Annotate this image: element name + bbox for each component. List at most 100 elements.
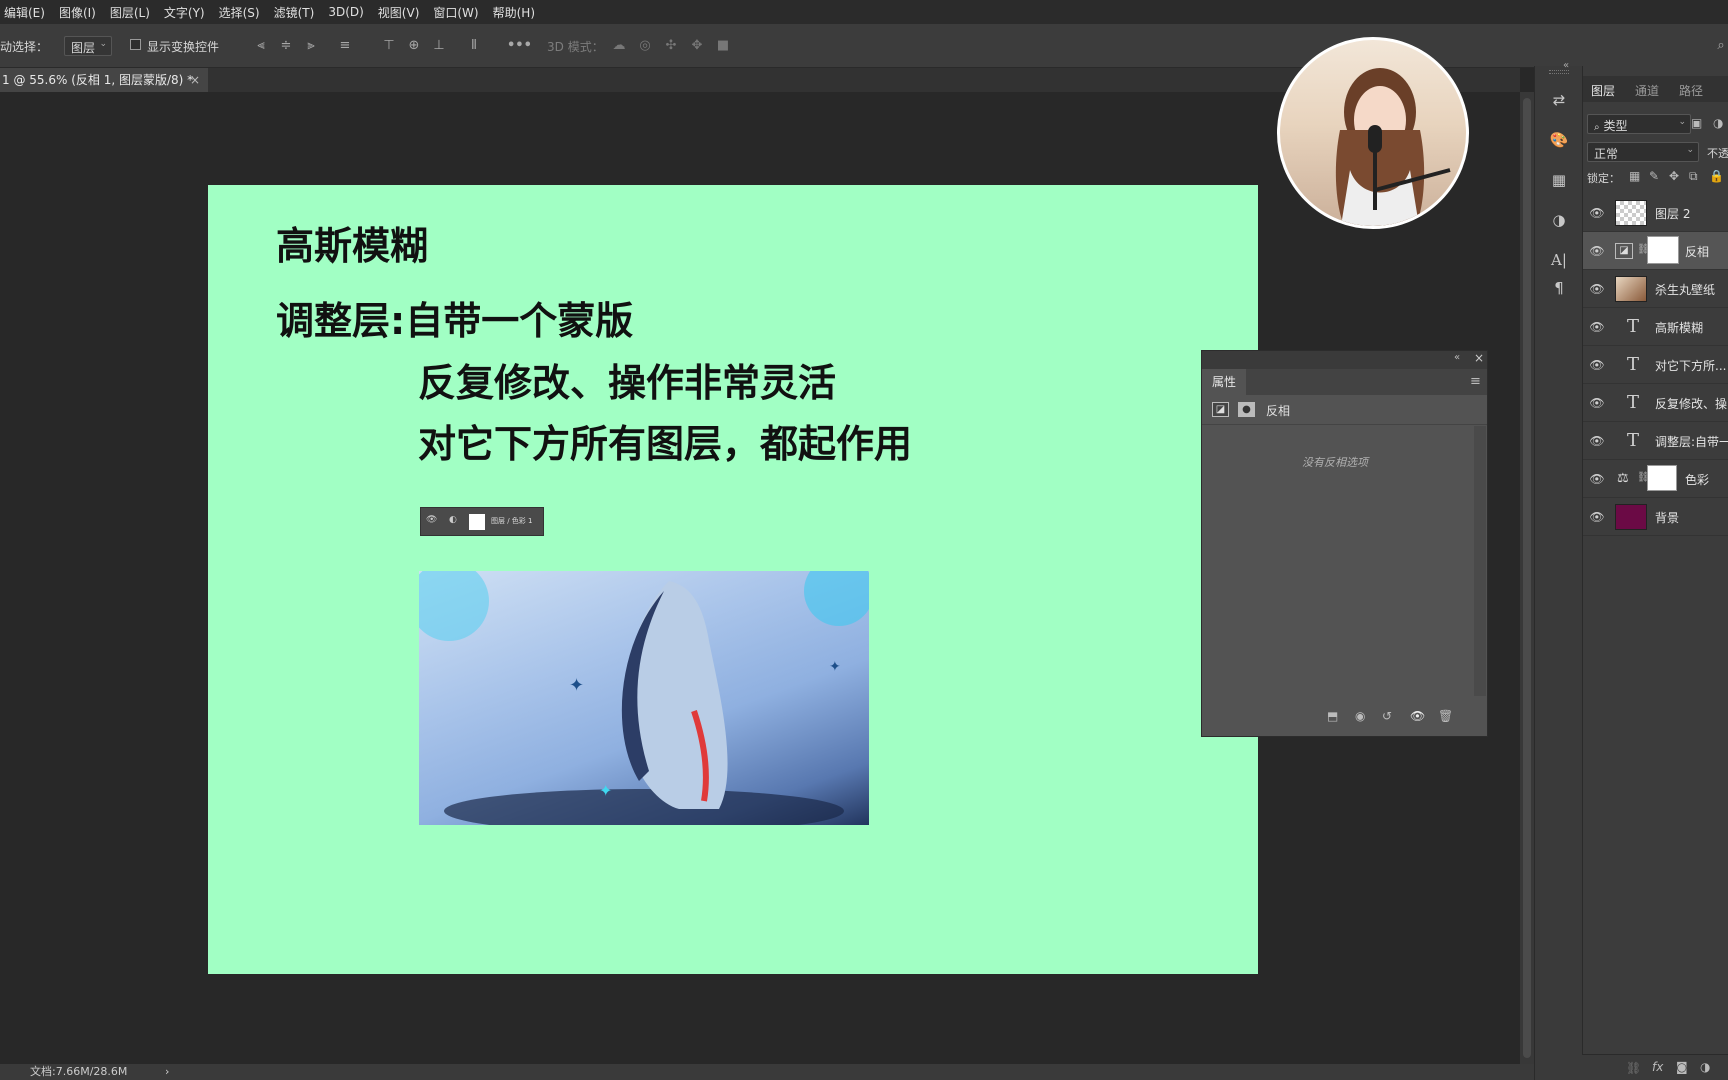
menu-layer[interactable]: 图层(L)	[110, 4, 150, 21]
menu-view[interactable]: 视图(V)	[378, 4, 420, 21]
menu-select[interactable]: 选择(S)	[219, 4, 260, 21]
eye-icon[interactable]: 👁	[1589, 243, 1605, 259]
align-top-icon[interactable]: ⊤	[380, 37, 398, 55]
eye-icon[interactable]: 👁	[1589, 319, 1605, 335]
link-layers-icon[interactable]: ⛓	[1626, 1061, 1641, 1075]
invert-adjustment-icon[interactable]: ◪	[1212, 402, 1229, 417]
menu-3d[interactable]: 3D(D)	[328, 5, 363, 19]
properties-scrollbar[interactable]	[1474, 426, 1486, 696]
close-panel-icon[interactable]: ×	[1474, 351, 1484, 365]
clip-to-layer-icon[interactable]: ⬒	[1327, 709, 1338, 723]
visibility-icon[interactable]: 👁	[1410, 709, 1425, 723]
lock-position-icon[interactable]: ✥	[1669, 169, 1679, 183]
panel-menu-icon[interactable]: ≡	[1470, 374, 1481, 389]
lock-all-icon[interactable]: 🔒	[1709, 169, 1724, 183]
show-transform-checkbox[interactable]	[130, 39, 141, 50]
collapse-icon[interactable]: «	[1563, 60, 1569, 71]
menu-type[interactable]: 文字(Y)	[164, 4, 205, 21]
tab-channels[interactable]: 通道	[1635, 82, 1659, 99]
lock-brush-icon[interactable]: ✎	[1649, 169, 1659, 183]
layer-mask-thumb[interactable]	[1647, 236, 1679, 264]
3d-slide-icon[interactable]: ✥	[688, 37, 706, 55]
doc-line-2: 反复修改、操作非常灵活	[418, 361, 837, 405]
align-right-icon[interactable]: ⫸	[302, 37, 320, 55]
mask-icon[interactable]: ●	[1238, 402, 1255, 417]
filter-adjust-icon[interactable]: ◑	[1713, 116, 1723, 130]
adjustments-icon[interactable]: ◑	[1547, 208, 1571, 232]
swatches-grid-icon[interactable]: ▦	[1547, 168, 1571, 192]
3d-orbit-icon[interactable]: ☁	[610, 37, 628, 55]
lock-transparent-icon[interactable]: ▦	[1629, 169, 1640, 183]
menu-window[interactable]: 窗口(W)	[433, 4, 478, 21]
align-left-icon[interactable]: ⫷	[252, 37, 270, 55]
menu-help[interactable]: 帮助(H)	[493, 4, 535, 21]
layer-row-active[interactable]: 👁 ◪ ⛓ 反相	[1583, 232, 1728, 270]
status-arrow-icon[interactable]: ›	[165, 1064, 169, 1080]
menu-image[interactable]: 图像(I)	[59, 4, 96, 21]
collapse-panel-icon[interactable]: «	[1454, 352, 1460, 363]
reset-icon[interactable]: ↺	[1382, 709, 1392, 723]
history-icon[interactable]: ⇄	[1547, 88, 1571, 112]
align-hcenter-icon[interactable]: ≑	[277, 37, 295, 55]
new-adjustment-icon[interactable]: ◑	[1700, 1060, 1710, 1074]
more-options-icon[interactable]: •••	[507, 37, 532, 55]
blend-mode-dropdown[interactable]: 正常 ⌄	[1587, 142, 1699, 162]
tab-paths[interactable]: 路径	[1679, 82, 1703, 99]
tab-layers[interactable]: 图层	[1591, 82, 1615, 99]
fx-icon[interactable]: fx	[1652, 1060, 1663, 1074]
document-canvas[interactable]: 高斯模糊 调整层:自带一个蒙版 反复修改、操作非常灵活 对它下方所有图层，都起作…	[208, 185, 1258, 974]
lock-artboard-icon[interactable]: ⧉	[1689, 169, 1698, 184]
layer-row[interactable]: 👁 T 反复修改、操	[1583, 384, 1728, 422]
view-previous-state-icon[interactable]: ◉	[1355, 709, 1365, 723]
layer-row[interactable]: 👁 背景	[1583, 498, 1728, 536]
layer-row[interactable]: 👁 T 对它下方所...	[1583, 346, 1728, 384]
svg-text:✦: ✦	[829, 659, 841, 675]
layer-thumb	[1615, 200, 1647, 226]
distribute-vertical-icon[interactable]: ⦀	[465, 37, 483, 55]
delete-icon[interactable]: 🗑	[1438, 709, 1453, 723]
eye-icon[interactable]: 👁	[1589, 395, 1605, 411]
3d-pan-icon[interactable]: ✣	[662, 37, 680, 55]
layer-row[interactable]: 👁 T 调整层:自带一	[1583, 422, 1728, 460]
search-icon[interactable]: ⌕	[1712, 37, 1728, 55]
eye-icon[interactable]: 👁	[1589, 281, 1605, 297]
layer-name: 图层 2	[1655, 207, 1691, 221]
layer-row[interactable]: 👁 图层 2	[1583, 194, 1728, 232]
menu-filter[interactable]: 滤镜(T)	[274, 4, 315, 21]
3d-camera-icon[interactable]: ■	[714, 37, 732, 55]
filter-kind-dropdown[interactable]: ⌕ 类型 ⌄	[1587, 114, 1691, 134]
eye-icon[interactable]: 👁	[1589, 205, 1605, 221]
auto-select-dropdown[interactable]: 图层 ⌄	[64, 36, 112, 56]
tab-properties[interactable]: 属性	[1202, 369, 1246, 395]
menu-edit[interactable]: 编辑(E)	[4, 4, 45, 21]
close-tab-icon[interactable]: ×	[190, 68, 200, 92]
properties-panel: « × 属性 ≡ ◪ ● 反相 没有反相选项 ⬒ ◉ ↺ 👁 🗑	[1201, 350, 1488, 737]
presenter-figure	[1335, 68, 1451, 226]
filter-pixel-icon[interactable]: ▣	[1691, 116, 1702, 130]
layer-thumb	[1615, 276, 1647, 302]
align-bottom-icon[interactable]: ⊥	[430, 37, 448, 55]
layer-row[interactable]: 👁 杀生丸壁纸	[1583, 270, 1728, 308]
distribute-icon[interactable]: ≡	[336, 37, 354, 55]
properties-adjust-header: ◪ ● 反相	[1202, 395, 1487, 425]
add-mask-icon[interactable]: ◙	[1676, 1060, 1688, 1074]
align-vcenter-icon[interactable]: ⊕	[405, 37, 423, 55]
character-icon[interactable]: A|	[1547, 248, 1571, 272]
scrollbar-thumb[interactable]	[1523, 98, 1531, 1058]
vertical-scrollbar[interactable]	[1520, 92, 1534, 1064]
layer-row[interactable]: 👁 T 高斯模糊	[1583, 308, 1728, 346]
layer-thumb	[1615, 504, 1647, 530]
mini-eye-icon: 👁	[426, 515, 438, 525]
layer-mask-thumb[interactable]	[1647, 465, 1677, 491]
doc-size: 文档:7.66M/28.6M	[30, 1065, 128, 1078]
3d-roll-icon[interactable]: ◎	[636, 37, 654, 55]
eye-icon[interactable]: 👁	[1589, 433, 1605, 449]
paragraph-icon[interactable]: ¶	[1547, 276, 1571, 300]
eye-icon[interactable]: 👁	[1589, 509, 1605, 525]
color-palette-icon[interactable]: 🎨	[1547, 128, 1571, 152]
layer-row[interactable]: 👁 ⚖ ⛓ 色彩	[1583, 460, 1728, 498]
eye-icon[interactable]: 👁	[1589, 357, 1605, 373]
eye-icon[interactable]: 👁	[1589, 471, 1605, 487]
menu-bar: 编辑(E) 图像(I) 图层(L) 文字(Y) 选择(S) 滤镜(T) 3D(D…	[0, 0, 1728, 24]
document-tab[interactable]: 1 @ 55.6% (反相 1, 图层蒙版/8) * ×	[0, 68, 208, 92]
